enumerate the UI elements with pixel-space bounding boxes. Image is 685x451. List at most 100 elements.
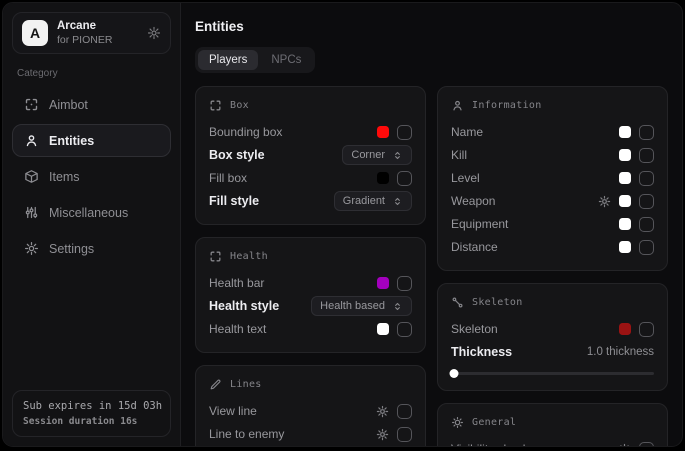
- setting-row-visibility-check: Visibility check: [451, 438, 654, 446]
- fill-box-checkbox[interactable]: [397, 171, 412, 186]
- distance-checkbox[interactable]: [639, 240, 654, 255]
- kill-checkbox[interactable]: [639, 148, 654, 163]
- row-label: Bounding box: [209, 125, 282, 139]
- row-label: Fill style: [209, 194, 259, 208]
- brand-card: A Arcane for PIONER: [12, 12, 171, 54]
- corners-icon: [209, 99, 222, 112]
- setting-row-fill-style: Fill style Gradient: [209, 190, 412, 212]
- unfold-icon: [392, 301, 403, 312]
- sidebar-item-label: Entities: [49, 134, 94, 148]
- health-text-checkbox[interactable]: [397, 322, 412, 337]
- sidebar-item-entities[interactable]: Entities: [12, 124, 171, 157]
- row-label: Visibility check: [451, 442, 529, 446]
- person-icon: [24, 133, 39, 148]
- panel-general-header: General: [451, 416, 654, 429]
- name-checkbox[interactable]: [639, 125, 654, 140]
- sidebar: A Arcane for PIONER Category Aimbot Enti…: [3, 3, 181, 446]
- setting-row-line-to-enemy: Line to enemy: [209, 423, 412, 445]
- color-swatch[interactable]: [377, 323, 389, 335]
- color-swatch[interactable]: [619, 218, 631, 230]
- row-label: Skeleton: [451, 322, 498, 336]
- slider-thumb[interactable]: [450, 369, 459, 378]
- right-column: Information Name Kill: [437, 86, 668, 446]
- row-label: Box style: [209, 148, 265, 162]
- color-swatch[interactable]: [619, 126, 631, 138]
- subscription-card: Sub expires in 15d 03h Session duration …: [12, 390, 171, 437]
- weapon-checkbox[interactable]: [639, 194, 654, 209]
- health-style-dropdown[interactable]: Health based: [311, 296, 412, 316]
- gear-icon[interactable]: [618, 443, 631, 447]
- left-column: Box Bounding box Box style Corner: [195, 86, 426, 446]
- row-label: Health style: [209, 299, 279, 313]
- setting-row-kill: Kill: [451, 144, 654, 166]
- panel-title: Skeleton: [472, 297, 523, 308]
- color-swatch[interactable]: [377, 126, 389, 138]
- sidebar-item-settings[interactable]: Settings: [12, 232, 171, 265]
- color-swatch[interactable]: [377, 277, 389, 289]
- bone-icon: [451, 296, 464, 309]
- setting-row-health-bar: Health bar: [209, 272, 412, 294]
- panel-general: General Visibility check Max distance: [437, 403, 668, 446]
- panel-title: Information: [472, 100, 542, 111]
- row-label: Equipment: [451, 217, 508, 231]
- dropdown-value: Corner: [351, 149, 385, 161]
- row-label: Name: [451, 125, 483, 139]
- panel-health-header: Health: [209, 250, 412, 263]
- setting-row-thickness: Thickness 1.0 thickness: [451, 341, 654, 363]
- health-bar-checkbox[interactable]: [397, 276, 412, 291]
- color-swatch[interactable]: [619, 241, 631, 253]
- thickness-value: 1.0 thickness: [587, 346, 654, 358]
- panel-health: Health Health bar Health style Health ba…: [195, 237, 426, 353]
- tab-npcs[interactable]: NPCs: [260, 50, 312, 70]
- view-line-checkbox[interactable]: [397, 404, 412, 419]
- visibility-check-checkbox[interactable]: [639, 442, 654, 447]
- row-label: Distance: [451, 240, 498, 254]
- sidebar-item-aimbot[interactable]: Aimbot: [12, 88, 171, 121]
- sidebar-item-items[interactable]: Items: [12, 160, 171, 193]
- equipment-checkbox[interactable]: [639, 217, 654, 232]
- line-to-enemy-checkbox[interactable]: [397, 427, 412, 442]
- gear-icon[interactable]: [376, 428, 389, 441]
- app-window: A Arcane for PIONER Category Aimbot Enti…: [2, 2, 683, 447]
- color-swatch[interactable]: [619, 323, 631, 335]
- crosshair-scan-icon: [24, 97, 39, 112]
- slider-track: [451, 372, 654, 375]
- sun-icon: [451, 416, 464, 429]
- row-label: Weapon: [451, 194, 495, 208]
- sliders-icon: [24, 205, 39, 220]
- dropdown-value: Gradient: [343, 195, 385, 207]
- panel-title: Box: [230, 100, 249, 111]
- pencil-icon: [209, 378, 222, 391]
- panel-information-header: Information: [451, 99, 654, 112]
- panel-columns: Box Bounding box Box style Corner: [195, 86, 668, 446]
- fill-style-dropdown[interactable]: Gradient: [334, 191, 412, 211]
- thickness-slider[interactable]: [451, 368, 654, 378]
- gear-icon[interactable]: [147, 26, 161, 40]
- person-icon: [451, 99, 464, 112]
- row-label: Level: [451, 171, 480, 185]
- color-swatch[interactable]: [619, 149, 631, 161]
- color-swatch[interactable]: [619, 172, 631, 184]
- level-checkbox[interactable]: [639, 171, 654, 186]
- sidebar-item-miscellaneous[interactable]: Miscellaneous: [12, 196, 171, 229]
- brand-text: Arcane for PIONER: [57, 20, 112, 46]
- unfold-icon: [392, 150, 403, 161]
- setting-row-weapon: Weapon: [451, 190, 654, 212]
- unfold-icon: [392, 196, 403, 207]
- panel-skeleton: Skeleton Skeleton Thickness 1.0 thicknes…: [437, 283, 668, 391]
- setting-row-equipment: Equipment: [451, 213, 654, 235]
- color-swatch[interactable]: [619, 195, 631, 207]
- gear-icon: [24, 241, 39, 256]
- skeleton-checkbox[interactable]: [639, 322, 654, 337]
- bounding-box-checkbox[interactable]: [397, 125, 412, 140]
- setting-row-health-text: Health text: [209, 318, 412, 340]
- tab-players[interactable]: Players: [198, 50, 258, 70]
- setting-row-distance: Distance: [451, 236, 654, 258]
- main-content: Entities Players NPCs Box Bounding box: [181, 3, 682, 446]
- color-swatch[interactable]: [377, 172, 389, 184]
- box-style-dropdown[interactable]: Corner: [342, 145, 412, 165]
- gear-icon[interactable]: [376, 405, 389, 418]
- panel-title: Lines: [230, 379, 262, 390]
- panel-box: Box Bounding box Box style Corner: [195, 86, 426, 225]
- gear-icon[interactable]: [598, 195, 611, 208]
